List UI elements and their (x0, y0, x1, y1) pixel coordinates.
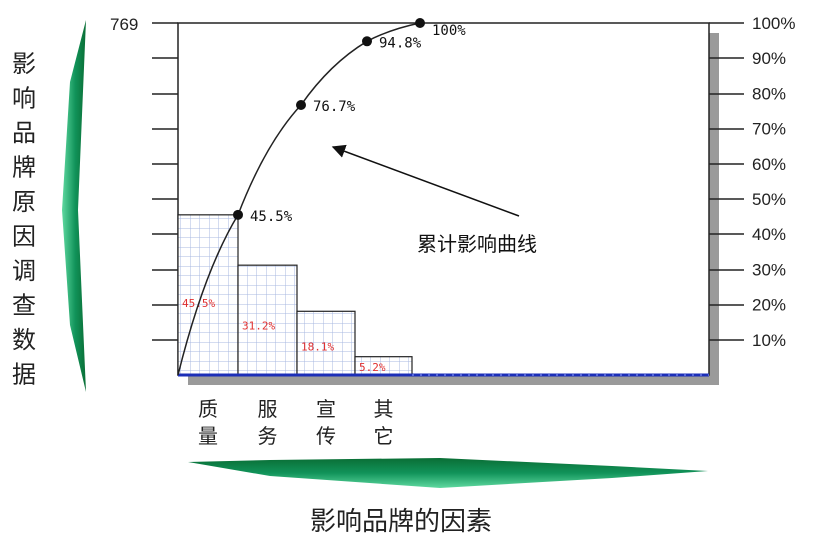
annotation-label: 累计影响曲线 (417, 232, 537, 256)
category-label: 量 (198, 424, 218, 448)
right-axis-label: 40% (752, 225, 786, 244)
right-axis-label: 50% (752, 190, 786, 209)
category-label: 宣 (316, 397, 336, 421)
y-axis-title-char: 牌 (12, 154, 36, 182)
y-axis-title-char: 查 (12, 292, 36, 320)
category-labels: 质量 服务 宣传 其它 (198, 397, 394, 448)
bar (177, 214, 239, 376)
right-axis-label: 90% (752, 49, 786, 68)
y-axis-title-char: 影 (12, 50, 36, 78)
right-axis-label: 60% (752, 155, 786, 174)
category-label: 传 (316, 424, 336, 448)
x-axis-title: 影响品牌的因素 (310, 507, 492, 537)
category-label: 服 (258, 397, 278, 421)
cumulative-label: 94.8% (379, 35, 422, 51)
cumulative-label: 76.7% (313, 99, 356, 115)
left-axis-top-label: 769 (110, 15, 138, 34)
category-label: 其 (374, 397, 394, 421)
right-axis-label: 100% (752, 14, 795, 33)
cumulative-label: 45.5% (250, 209, 293, 225)
left-axis-ticks (152, 22, 178, 341)
right-axis-label: 20% (752, 296, 786, 315)
y-axis-title-char: 品 (12, 119, 36, 147)
cumulative-point (415, 18, 425, 28)
y-axis-title-char: 据 (12, 361, 36, 389)
horizontal-arrow-decoration (188, 458, 708, 488)
y-axis-title-char: 响 (12, 85, 36, 113)
y-axis-title-char: 调 (12, 257, 36, 285)
y-axis-title-char: 数 (12, 326, 36, 354)
cumulative-point (362, 36, 372, 47)
right-axis-label: 70% (752, 120, 786, 139)
category-label: 质 (198, 397, 218, 421)
category-label: 它 (374, 424, 394, 448)
pareto-chart: 769 10% 20% 30% 40% 50% 60% 70% 80% 90% 100% 45.5… (12, 14, 795, 537)
y-axis-title: 影响品牌原因调查数据 (12, 50, 36, 389)
right-axis-labels: 10% 20% 30% 40% 50% 60% 70% 80% 90% 100% (752, 14, 795, 350)
y-axis-title-char: 因 (12, 223, 36, 251)
bar-value-label: 18.1% (301, 340, 334, 353)
category-label: 务 (258, 424, 278, 448)
right-axis-label: 10% (752, 331, 786, 350)
cumulative-point (233, 209, 243, 220)
bar-value-label: 31.2% (242, 320, 275, 333)
right-axis-label: 30% (752, 260, 786, 279)
right-axis-label: 80% (752, 84, 786, 103)
y-axis-title-char: 原 (12, 188, 36, 216)
cumulative-point (296, 100, 306, 111)
bar-value-label: 5.2% (359, 361, 386, 374)
vertical-arrow-decoration (62, 20, 86, 392)
cumulative-label: 100% (432, 23, 466, 39)
